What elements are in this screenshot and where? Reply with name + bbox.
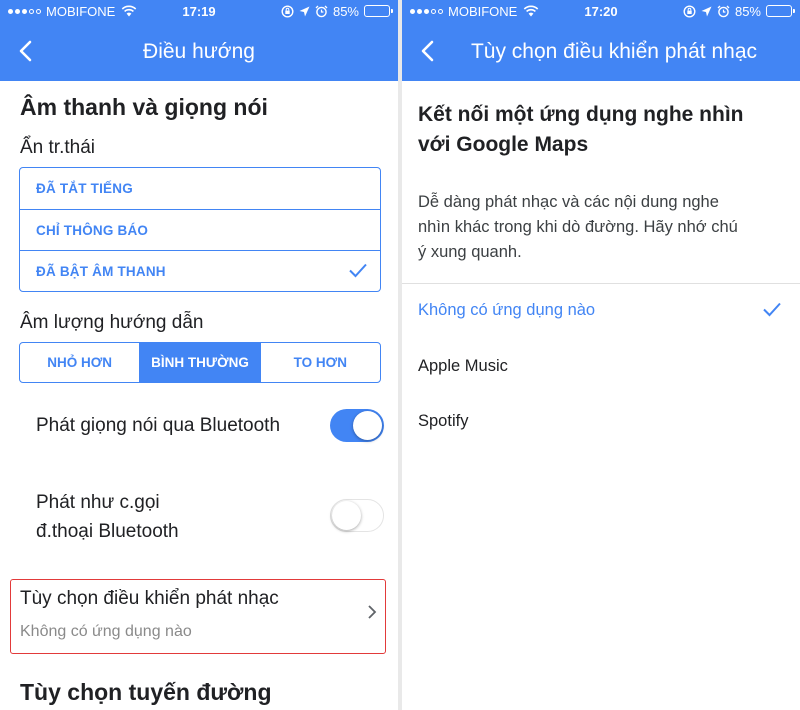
guidance-volume-selector: NHỎ HƠN BÌNH THƯỜNG TO HƠN xyxy=(19,342,381,383)
alarm-icon xyxy=(315,5,328,17)
navigation-settings-screen: MOBIFONE 17:19 85% Điều hướng Âm thanh v… xyxy=(0,0,398,710)
mute-state-label: Ẩn tr.thái xyxy=(20,137,95,158)
battery-percent: 85% xyxy=(734,3,761,19)
music-controls-title: Tùy chọn điều khiển phát nhạc xyxy=(20,588,279,609)
bluetooth-voice-label: Phát giọng nói qua Bluetooth xyxy=(36,415,281,436)
divider xyxy=(402,283,800,284)
app-option-apple-music[interactable]: Apple Music xyxy=(418,346,800,386)
music-controls-screen: MOBIFONE 17:20 85% Tùy chọn điều khiển p… xyxy=(402,0,800,710)
battery-icon xyxy=(766,5,795,17)
option-muted[interactable]: ĐÃ TẮT TIẾNG xyxy=(20,168,380,209)
bluetooth-call-toggle[interactable] xyxy=(330,499,384,532)
checkmark-icon xyxy=(763,302,781,317)
carrier-name: MOBIFONE xyxy=(46,3,116,19)
signal-strength-icon xyxy=(410,8,443,14)
back-arrow-icon xyxy=(421,40,434,62)
volume-softer-button[interactable]: NHỎ HƠN xyxy=(20,343,139,382)
bluetooth-voice-toggle[interactable] xyxy=(330,409,384,442)
connect-app-heading: Kết nối một ứng dụng nghe nhìn với Googl… xyxy=(418,103,744,156)
back-button[interactable] xyxy=(414,38,440,64)
battery-icon xyxy=(364,5,393,17)
checkmark-icon xyxy=(349,263,367,278)
route-options-heading: Tùy chọn tuyến đường xyxy=(20,679,272,705)
status-bar: MOBIFONE 17:20 85% xyxy=(402,0,800,22)
battery-percent: 85% xyxy=(332,3,359,19)
bluetooth-call-label-line1: Phát như c.gọi xyxy=(36,492,160,513)
location-arrow-icon xyxy=(299,6,310,16)
toggle-knob xyxy=(353,411,382,440)
toggle-knob xyxy=(332,501,361,530)
option-alerts-only[interactable]: CHỈ THÔNG BÁO xyxy=(20,209,380,250)
volume-louder-button[interactable]: TO HƠN xyxy=(259,343,380,382)
page-title: Tùy chọn điều khiển phát nhạc xyxy=(470,39,758,63)
music-controls-option[interactable]: Tùy chọn điều khiển phát nhạc Không có ứ… xyxy=(10,579,386,654)
chevron-right-icon xyxy=(368,605,377,619)
app-option-none[interactable]: Không có ứng dụng nào xyxy=(418,290,800,330)
app-bar: Điều hướng xyxy=(0,22,398,81)
app-option-spotify[interactable]: Spotify xyxy=(418,401,800,441)
back-arrow-icon xyxy=(19,40,32,62)
carrier-name: MOBIFONE xyxy=(448,3,518,19)
status-bar: MOBIFONE 17:19 85% xyxy=(0,0,398,22)
connect-app-description: Dễ dàng phát nhạc và các nội dung nghe n… xyxy=(418,193,738,261)
wifi-icon xyxy=(524,5,539,17)
guidance-volume-label: Âm lượng hướng dẫn xyxy=(20,312,204,333)
screen-lock-icon xyxy=(683,4,696,18)
alarm-icon xyxy=(717,5,730,17)
back-button[interactable] xyxy=(12,38,38,64)
page-title: Điều hướng xyxy=(143,39,255,63)
bluetooth-call-label-line2: đ.thoại Bluetooth xyxy=(36,521,179,542)
music-controls-subtitle: Không có ứng dụng nào xyxy=(20,623,192,640)
sound-voice-heading: Âm thanh và giọng nói xyxy=(20,94,268,120)
option-unmuted[interactable]: ĐÃ BẬT ÂM THANH xyxy=(20,250,380,291)
signal-strength-icon xyxy=(8,8,41,14)
location-arrow-icon xyxy=(701,6,712,16)
volume-normal-button[interactable]: BÌNH THƯỜNG xyxy=(139,343,260,382)
app-bar: Tùy chọn điều khiển phát nhạc xyxy=(402,22,800,81)
mute-state-options: ĐÃ TẮT TIẾNG CHỈ THÔNG BÁO ĐÃ BẬT ÂM THA… xyxy=(19,167,381,292)
wifi-icon xyxy=(122,5,137,17)
screen-lock-icon xyxy=(281,4,294,18)
